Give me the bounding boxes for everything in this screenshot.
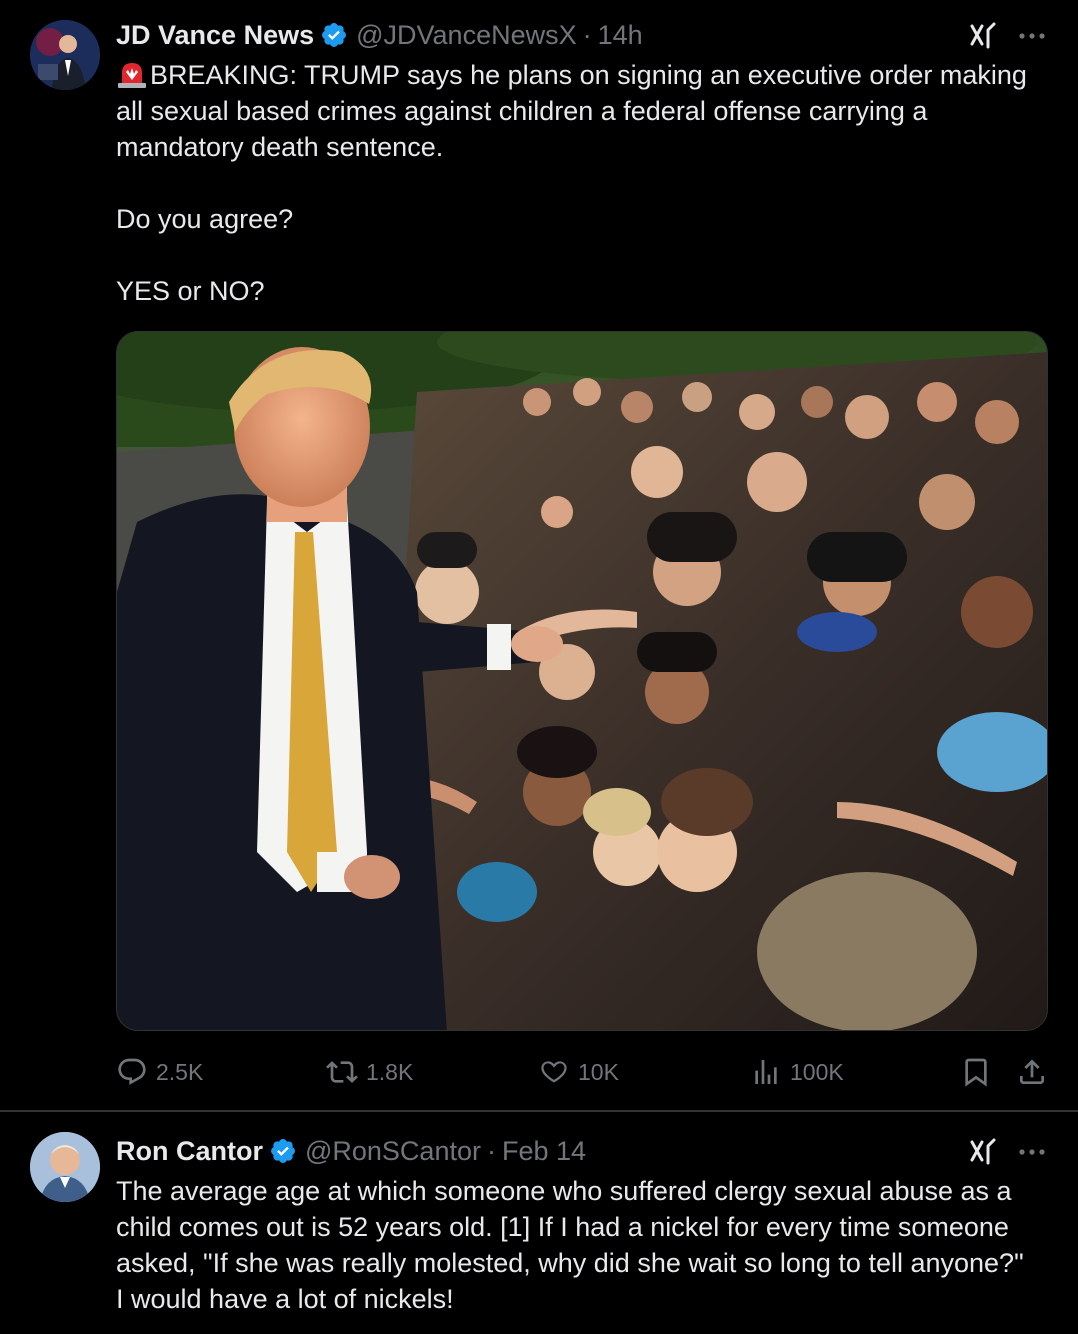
verified-badge-icon (322, 23, 347, 47)
repost-count: 1.8K (366, 1058, 414, 1085)
avatar[interactable] (30, 1132, 100, 1202)
repost-button[interactable]: 1.8K (326, 1052, 413, 1092)
repost-icon (326, 1061, 358, 1083)
tweet-header: Ron Cantor @RonSCantor · Feb 14 (116, 1133, 586, 1169)
heart-icon (541, 1061, 567, 1083)
bookmark-button[interactable] (960, 1052, 992, 1092)
grok-icon[interactable] (968, 20, 998, 50)
line-break (116, 165, 1056, 201)
tweet-header: JD Vance News @JDVanceNewsX · 14h (116, 17, 643, 53)
tweet-line: I would have a lot of nickels! (116, 1284, 454, 1314)
tweet-actions: 2.5K 1.8K 10K 100K (0, 1052, 1078, 1092)
separator: · (486, 1135, 496, 1166)
tweet-line-text: BREAKING: TRUMP says he plans on signing… (150, 60, 1027, 90)
tweet-line: child comes out is 52 years old. [1] If … (116, 1212, 1009, 1242)
tweet-text: BREAKING: TRUMP says he plans on signing… (116, 57, 1056, 309)
tweet-jd-vance-news[interactable]: JD Vance News @JDVanceNewsX · 14h BREAKI… (0, 0, 1078, 1110)
author-name[interactable]: JD Vance News (116, 20, 314, 51)
avatar[interactable] (30, 20, 100, 90)
avatar-image (30, 20, 100, 90)
share-button[interactable] (1016, 1052, 1048, 1092)
photo-image (117, 332, 1047, 1030)
line-break (116, 237, 1056, 273)
like-button[interactable]: 10K (538, 1052, 619, 1092)
reply-button[interactable]: 2.5K (116, 1052, 203, 1092)
reply-icon (118, 1058, 146, 1085)
views-count: 100K (790, 1058, 844, 1085)
reply-count: 2.5K (156, 1058, 204, 1085)
tweet-text: The average age at which someone who suf… (116, 1173, 1056, 1317)
tweet-line: YES or NO? (116, 276, 265, 306)
separator: · (582, 19, 592, 50)
views-chart-icon (755, 1060, 777, 1084)
views-button[interactable]: 100K (750, 1052, 844, 1092)
tweet-line: asked, "If she was really molested, why … (116, 1248, 1024, 1278)
tweet-line: mandatory death sentence. (116, 132, 444, 162)
more-options-icon[interactable] (1018, 1148, 1046, 1156)
verified-badge-icon (271, 1139, 295, 1163)
author-name[interactable]: Ron Cantor (116, 1136, 263, 1167)
like-count: 10K (578, 1058, 619, 1085)
timestamp[interactable]: 14h (598, 20, 643, 51)
tweet-line: Do you agree? (116, 204, 294, 234)
grok-icon[interactable] (968, 1136, 998, 1166)
timestamp[interactable]: Feb 14 (502, 1136, 586, 1167)
rotating-light-icon (118, 63, 146, 88)
author-handle[interactable]: @JDVanceNewsX (356, 20, 576, 51)
tweet-line: The average age at which someone who suf… (116, 1176, 1012, 1206)
tweet-photo[interactable] (116, 331, 1048, 1031)
more-options-icon[interactable] (1018, 32, 1046, 40)
tweet-line: all sexual based crimes against children… (116, 96, 928, 126)
tweet-line: BREAKING: TRUMP says he plans on signing… (116, 57, 1056, 93)
share-icon (1020, 1059, 1044, 1084)
avatar-image (30, 1132, 100, 1202)
author-handle[interactable]: @RonSCantor (305, 1136, 481, 1167)
bookmark-icon (965, 1058, 987, 1087)
